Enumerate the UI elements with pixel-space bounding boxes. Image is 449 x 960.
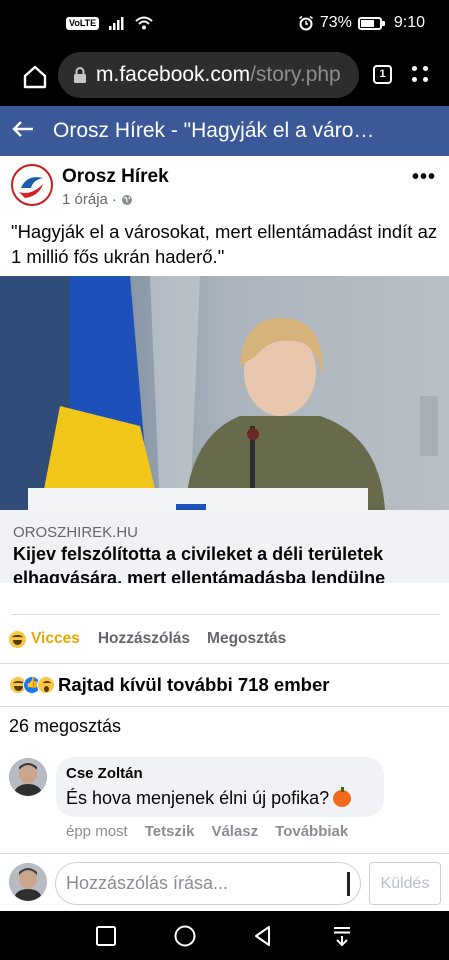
reaction-label: Vicces — [31, 630, 80, 647]
status-right: 73% 9:10 — [298, 14, 425, 32]
battery-level — [360, 19, 374, 27]
comment-meta: épp most Tetszik Válasz Továbbiak — [66, 823, 348, 840]
comment-input[interactable]: Hozzászólás írása... — [55, 862, 361, 905]
signal-icon — [109, 17, 124, 30]
notification-shade-icon[interactable] — [330, 924, 354, 948]
send-button[interactable]: Küldés — [369, 862, 441, 905]
status-bar: VoLTE 73% 9:10 — [0, 0, 449, 50]
page-name-link[interactable]: Orosz Hírek — [62, 166, 169, 188]
time-separator: · — [111, 191, 117, 208]
page-title: Orosz Hírek - "Hagyják el a váro… — [53, 119, 375, 142]
address-bar[interactable]: m.facebook.com/story.php — [58, 52, 359, 98]
url-path: /story.php — [250, 63, 341, 86]
post-text: "Hagyják el a városokat, mert ellentámad… — [11, 221, 438, 267]
browser-toolbar: m.facebook.com/story.php 1 — [0, 50, 449, 106]
comment-author[interactable]: Cse Zoltán — [66, 765, 143, 782]
reaction-button[interactable]: Vicces — [9, 630, 80, 648]
tab-switcher-button[interactable]: 1 — [373, 65, 392, 84]
comment-button[interactable]: Hozzászólás — [98, 630, 190, 648]
commenter-photo — [9, 758, 47, 796]
share-button[interactable]: Megosztás — [207, 630, 286, 648]
news-photo — [0, 276, 449, 510]
user-photo — [9, 863, 47, 901]
battery-icon — [357, 16, 385, 30]
system-nav-bar — [0, 911, 449, 960]
recent-apps-icon[interactable] — [94, 924, 118, 948]
divider — [0, 663, 449, 664]
jack-o-lantern-icon — [333, 787, 352, 807]
page-header: Orosz Hírek - "Hagyják el a váro… — [0, 106, 449, 156]
text-caret — [347, 872, 350, 896]
reactions-summary[interactable]: Rajtad kívül további 718 ember — [9, 674, 329, 696]
comment-label: Hozzászólás — [97, 630, 191, 647]
volte-icon: VoLTE — [66, 16, 100, 30]
comment-text: És hova menjenek élni új pofika? — [66, 787, 352, 809]
comment-bubble: Cse Zoltán És hova menjenek élni új pofi… — [56, 757, 384, 817]
globe-icon — [121, 194, 132, 205]
comment-composer: Hozzászólás írása... Küldés — [0, 853, 449, 911]
post-time-text: 1 órája — [62, 191, 108, 208]
orosz-hirek-logo — [15, 168, 49, 202]
link-preview[interactable]: OROSZHIREK.HU Kijev felszólította a civi… — [0, 510, 449, 583]
shares-count[interactable]: 26 megosztás — [9, 716, 121, 737]
browser-menu-icon[interactable] — [410, 64, 430, 84]
post-timestamp[interactable]: 1 órája · — [62, 191, 133, 208]
comment-like-button[interactable]: Tetszik — [145, 823, 195, 840]
comment-time: épp most — [66, 823, 128, 840]
comment-reply-button[interactable]: Válasz — [211, 823, 258, 840]
url-text: m.facebook.com/story.php — [96, 63, 341, 87]
haha-emoji-icon — [9, 630, 26, 648]
divider — [0, 706, 449, 707]
reactions-count-text: Rajtad kívül további 718 ember — [58, 674, 330, 695]
page-avatar[interactable] — [11, 164, 53, 206]
back-triangle-icon[interactable] — [251, 924, 275, 948]
post-actions: Vicces Hozzászólás Megosztás — [0, 626, 449, 652]
link-title: Kijev felszólította a civileket a déli t… — [13, 544, 386, 583]
wifi-icon — [135, 16, 153, 30]
avatar — [9, 863, 47, 901]
reaction-icons — [9, 676, 55, 694]
alarm-icon — [298, 15, 313, 31]
comment-body: És hova menjenek élni új pofika? — [66, 788, 330, 808]
home-circle-icon[interactable] — [173, 924, 197, 948]
back-arrow-icon[interactable] — [12, 117, 36, 145]
share-label: Megosztás — [207, 630, 287, 647]
wow-emoji-icon — [37, 676, 55, 694]
post-header: Orosz Hírek 1 órája · ••• — [0, 156, 449, 216]
lock-icon — [74, 67, 86, 83]
status-left-icons: VoLTE — [66, 16, 153, 30]
comment-more-button[interactable]: Továbbiak — [275, 823, 348, 840]
post-link-image[interactable] — [0, 276, 449, 510]
avatar[interactable] — [9, 758, 47, 796]
link-domain: OROSZHIREK.HU — [13, 524, 139, 541]
clock: 9:10 — [393, 14, 425, 31]
post-more-options-icon[interactable]: ••• — [412, 166, 436, 189]
comment-input-placeholder: Hozzászólás írása... — [66, 873, 229, 893]
url-domain: m.facebook.com — [96, 63, 251, 86]
divider — [11, 614, 439, 615]
home-icon[interactable] — [20, 62, 50, 92]
battery-percent: 73% — [319, 14, 352, 31]
